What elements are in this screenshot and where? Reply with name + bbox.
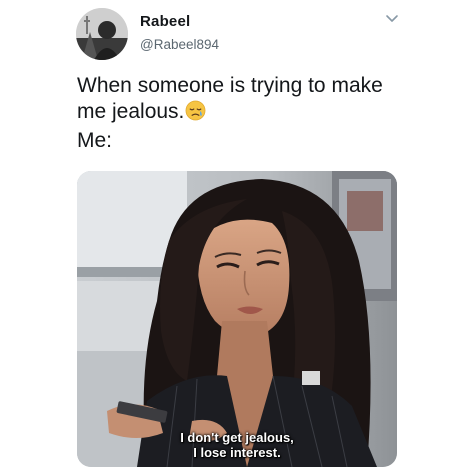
meme-caption: I don't get jealous, I lose interest. (77, 430, 397, 460)
author-handle[interactable]: @Rabeel894 (140, 37, 219, 52)
avatar[interactable] (76, 8, 128, 60)
tweet-line: Me: (77, 129, 113, 152)
tweet-line-with-emoji: me jealous. (77, 99, 417, 128)
author-display-name[interactable]: Rabeel (140, 13, 190, 30)
sad-relieved-face-emoji-icon (185, 100, 206, 128)
tweet-line: When someone is trying to make (77, 74, 383, 97)
caption-line: I lose interest. (193, 445, 281, 460)
tweet-media-image[interactable]: I don't get jealous, I lose interest. (77, 171, 397, 467)
tweet-line: me jealous. (77, 100, 185, 123)
tweet-text: When someone is trying to make me jealou… (77, 73, 417, 154)
chevron-down-icon[interactable] (384, 12, 400, 26)
caption-line: I don't get jealous, (180, 430, 294, 445)
avatar-image (76, 8, 128, 60)
meme-photo (77, 171, 397, 467)
